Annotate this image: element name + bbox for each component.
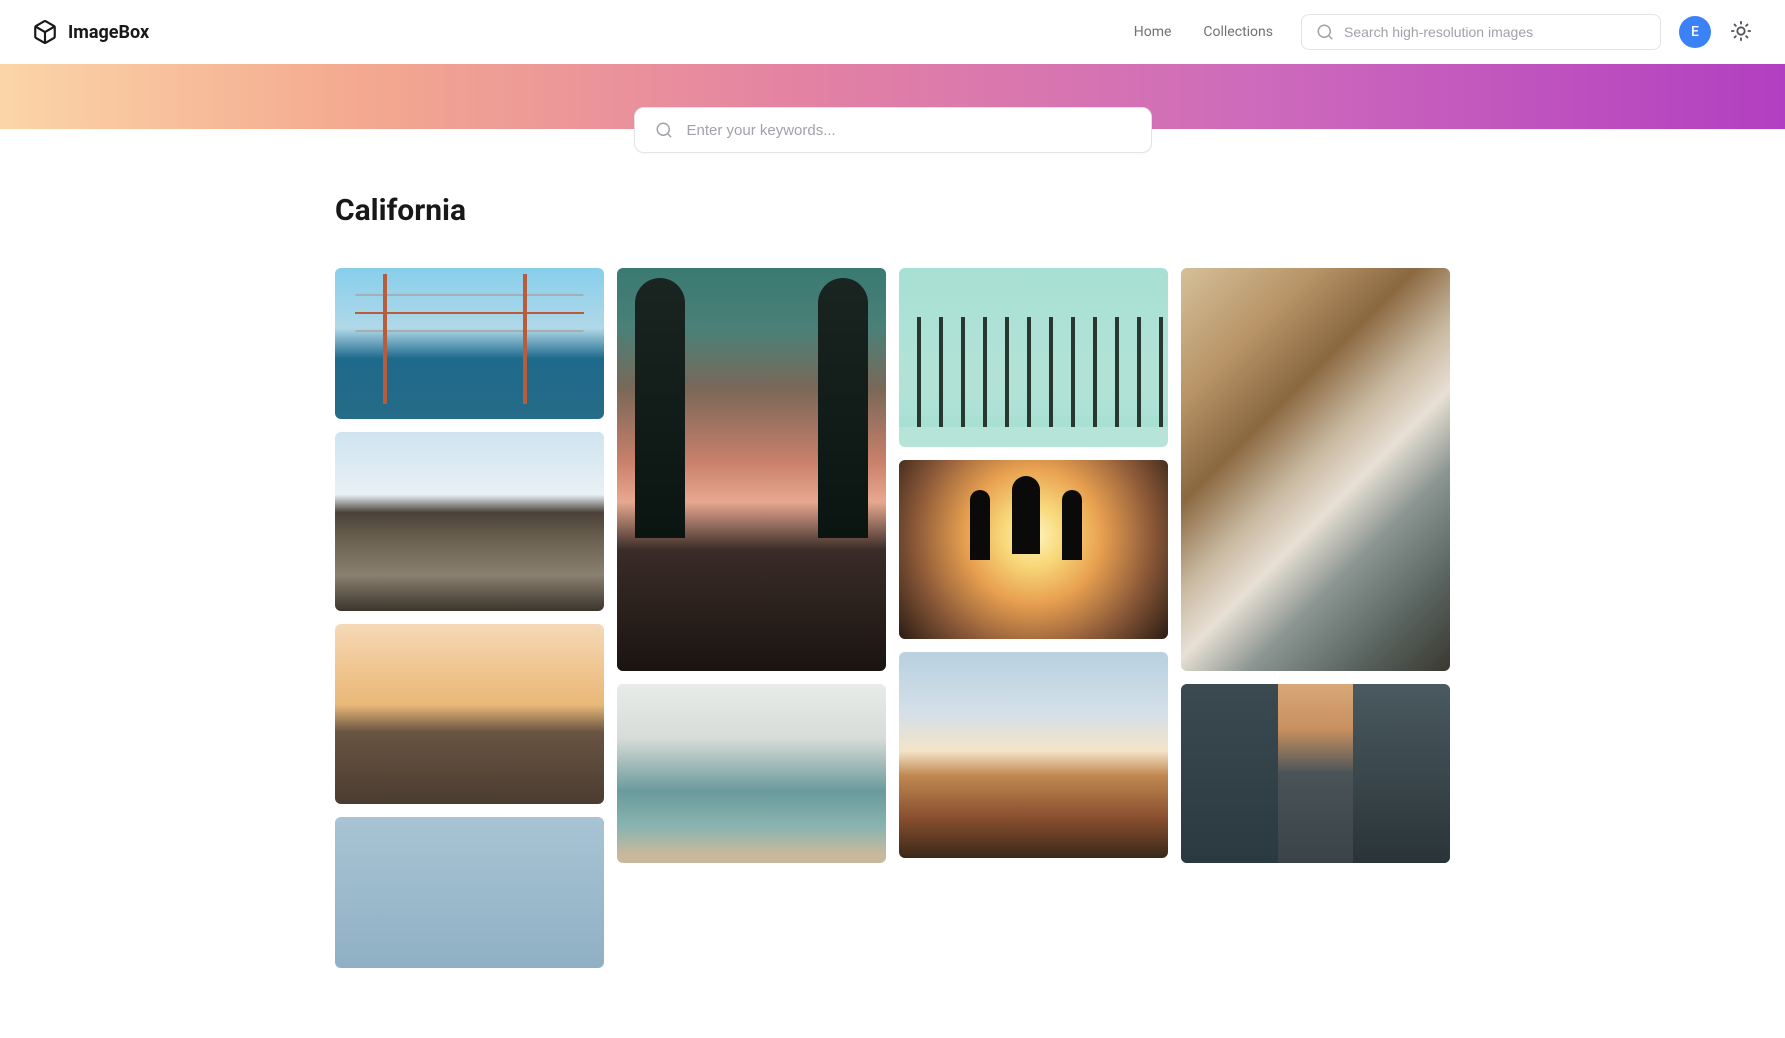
grid-column bbox=[899, 268, 1168, 968]
header-right: Home Collections E bbox=[1134, 14, 1753, 50]
brand-logo[interactable]: ImageBox bbox=[32, 19, 149, 45]
main-content: California bbox=[335, 129, 1450, 1008]
image-tile[interactable] bbox=[335, 432, 604, 611]
image-tile[interactable] bbox=[1181, 268, 1450, 671]
main-nav: Home Collections bbox=[1134, 24, 1273, 40]
avatar-initial: E bbox=[1691, 24, 1699, 40]
avatar[interactable]: E bbox=[1679, 16, 1711, 48]
image-tile[interactable] bbox=[335, 817, 604, 968]
app-header: ImageBox Home Collections E bbox=[0, 0, 1785, 64]
hero-search-input[interactable] bbox=[687, 122, 1131, 139]
header-search-input[interactable] bbox=[1344, 24, 1646, 40]
image-tile[interactable] bbox=[899, 652, 1168, 858]
box-icon bbox=[32, 19, 58, 45]
hero-search[interactable] bbox=[634, 107, 1152, 153]
grid-column bbox=[617, 268, 886, 968]
image-tile[interactable] bbox=[335, 268, 604, 419]
sun-icon bbox=[1730, 20, 1752, 45]
header-search[interactable] bbox=[1301, 14, 1661, 50]
image-tile[interactable] bbox=[617, 684, 886, 863]
image-tile[interactable] bbox=[617, 268, 886, 671]
nav-collections[interactable]: Collections bbox=[1203, 24, 1273, 40]
search-icon bbox=[1316, 23, 1334, 41]
image-tile[interactable] bbox=[335, 624, 604, 804]
image-grid bbox=[335, 268, 1450, 968]
page-title: California bbox=[335, 193, 1450, 228]
image-tile[interactable] bbox=[899, 268, 1168, 447]
image-tile[interactable] bbox=[1181, 684, 1450, 863]
theme-toggle[interactable] bbox=[1729, 20, 1753, 44]
nav-home[interactable]: Home bbox=[1134, 24, 1172, 40]
search-icon bbox=[655, 121, 673, 139]
image-tile[interactable] bbox=[899, 460, 1168, 639]
grid-column bbox=[1181, 268, 1450, 968]
brand-name: ImageBox bbox=[68, 22, 149, 43]
grid-column bbox=[335, 268, 604, 968]
